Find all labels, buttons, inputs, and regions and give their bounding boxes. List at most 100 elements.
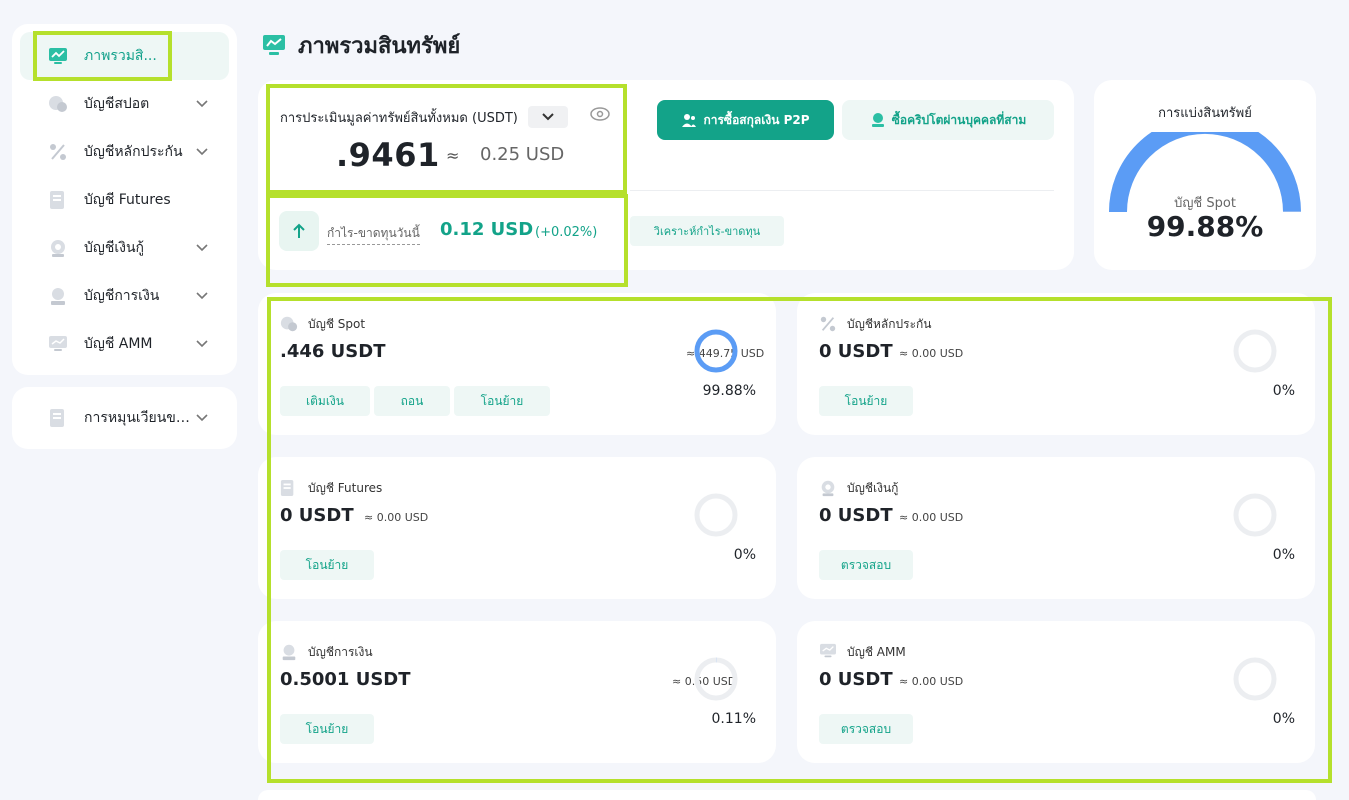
loan-icon	[48, 238, 68, 258]
account-value-usd: ≈ 0.00 USD	[899, 347, 964, 360]
sidebar-item-label: บัญชีหลักประกัน	[84, 144, 183, 160]
document-icon	[48, 408, 68, 428]
sidebar-item-spot[interactable]: บัญชีสปอต	[20, 80, 229, 128]
sidebar-secondary: การหมุนเวียนของ...	[12, 387, 237, 449]
account-value: .446 USDT	[280, 341, 386, 362]
users-icon	[681, 112, 697, 128]
account-action-button[interactable]: ตรวจสอบ	[819, 714, 913, 744]
chevron-down-icon	[195, 241, 209, 255]
account-action-button[interactable]: โอนย้าย	[454, 386, 550, 416]
percent-icon	[48, 142, 68, 162]
account-action-button[interactable]: เติมเงิน	[280, 386, 370, 416]
page-title: ภาพรวมสินทรัพย์	[262, 28, 460, 63]
account-share-percent: 99.88%	[702, 383, 756, 399]
account-share-ring	[694, 329, 738, 373]
account-card: บัญชีการเงิน 0.5001 USDT ≈ 0.50 USD 0.11% โอ…	[258, 621, 776, 763]
sidebar-item-label: การหมุนเวียนของ...	[84, 410, 195, 426]
pnl-today-label[interactable]: กำไร-ขาดทุนวันนี้	[327, 224, 420, 245]
sidebar-item-amm[interactable]: บัญชี AMM	[20, 320, 229, 368]
account-card: บัญชีเงินกู้ 0 USDT ≈ 0.00 USD 0% ตรวจสอบ	[797, 457, 1315, 599]
account-share-percent: 0%	[1272, 711, 1295, 727]
account-name: บัญชีเงินกู้	[847, 481, 899, 495]
chevron-down-icon	[542, 110, 554, 125]
currency-dropdown[interactable]	[527, 106, 568, 128]
account-action-button[interactable]: โอนย้าย	[819, 386, 913, 416]
sidebar-item-label: บัญชีสปอต	[84, 96, 150, 112]
account-value: 0.5001 USDT	[280, 669, 411, 690]
account-share-percent: 0%	[1272, 383, 1295, 399]
ring-track	[694, 657, 738, 701]
divider	[630, 190, 1054, 191]
account-share-percent: 0%	[1272, 547, 1295, 563]
account-value: 0 USDT	[819, 669, 893, 690]
account-action-button[interactable]: โอนย้าย	[280, 714, 374, 744]
third-party-buy-button[interactable]: ซื้อคริปโตผ่านบุคคลที่สาม	[842, 100, 1054, 140]
account-card: บัญชี Spot .446 USDT ≈ 449.75 USD 99.88% เติ…	[258, 293, 776, 435]
sidebar-item-turnover[interactable]: การหมุนเวียนของ...	[20, 395, 229, 441]
total-valuation-label: การประเมินมูลค่าทรัพย์สินทั้งหมด (USDT)	[280, 106, 568, 128]
ring-track	[1233, 493, 1277, 537]
sidebar-nav: ภาพรวมสิ... บัญชีสปอต บัญชีหลักประกัน บั…	[12, 24, 237, 375]
sidebar-item-label: ภาพรวมสิ...	[84, 48, 157, 64]
p2p-buy-label: การซื้อสกุลเงิน P2P	[703, 112, 810, 127]
total-value-usd: 0.25 USD	[480, 144, 565, 165]
monitor-icon	[48, 334, 68, 354]
sidebar-item-overview[interactable]: ภาพรวมสิ...	[20, 32, 229, 80]
account-share-percent: 0%	[733, 547, 756, 563]
chevron-down-icon	[195, 337, 209, 351]
account-card: บัญชี Futures 0 USDT ≈ 0.00 USD 0% โอนย้าย	[258, 457, 776, 599]
total-value: .9461	[336, 136, 440, 174]
chevron-down-icon	[195, 97, 209, 111]
account-card: บัญชี AMM 0 USDT ≈ 0.00 USD 0% ตรวจสอบ	[797, 621, 1315, 763]
monitor-icon	[819, 643, 837, 661]
account-value: 0 USDT	[819, 341, 893, 362]
account-value: 0 USDT	[280, 505, 354, 526]
sidebar-item-margin[interactable]: บัญชีหลักประกัน	[20, 128, 229, 176]
arrow-up-icon	[279, 211, 319, 251]
eye-icon[interactable]	[590, 106, 610, 122]
sidebar-item-finance[interactable]: บัญชีการเงิน	[20, 272, 229, 320]
ring-fill	[694, 329, 738, 373]
account-card: บัญชีหลักประกัน 0 USDT ≈ 0.00 USD 0% โอนย้าย	[797, 293, 1315, 435]
account-share-ring	[1233, 657, 1277, 701]
distribution-percent: 99.88%	[1146, 210, 1264, 243]
sidebar-item-label: บัญชีการเงิน	[84, 288, 160, 304]
sidebar-item-label: บัญชี AMM	[84, 336, 153, 352]
coins-icon	[280, 315, 298, 333]
pnl-today-percent: (+0.02%)	[535, 225, 598, 240]
sidebar-item-loan[interactable]: บัญชีเงินกู้	[20, 224, 229, 272]
account-name: บัญชีหลักประกัน	[847, 317, 932, 331]
ring-track	[1233, 329, 1277, 373]
sidebar-item-label: บัญชีเงินกู้	[84, 240, 144, 256]
ring-track	[694, 493, 738, 537]
pnl-analysis-button[interactable]: วิเคราะห์กำไร-ขาดทุน	[630, 216, 784, 246]
pnl-today-value: 0.12 USD	[440, 219, 534, 240]
document-icon	[280, 479, 298, 497]
account-action-button[interactable]: ตรวจสอบ	[819, 550, 913, 580]
p2p-buy-button[interactable]: การซื้อสกุลเงิน P2P	[657, 100, 834, 140]
document-icon	[48, 190, 68, 210]
account-share-percent: 0.11%	[711, 711, 756, 727]
sidebar-item-label: บัญชี Futures	[84, 192, 171, 208]
chevron-down-icon	[195, 411, 209, 425]
approx-sign: ≈	[446, 146, 460, 165]
account-value-usd: ≈ 0.00 USD	[899, 675, 964, 688]
account-name: บัญชี Futures	[308, 481, 383, 495]
chart-trend-icon	[48, 46, 68, 66]
account-share-ring	[694, 657, 738, 701]
distribution-title: การแบ่งสินทรัพย์	[1158, 106, 1252, 121]
total-valuation-text: การประเมินมูลค่าทรัพย์สินทั้งหมด (USDT)	[280, 110, 518, 126]
account-name: บัญชี Spot	[308, 317, 366, 331]
next-card-edge	[258, 790, 1316, 800]
account-action-button[interactable]: โอนย้าย	[280, 550, 374, 580]
account-value: 0 USDT	[819, 505, 893, 526]
account-share-ring	[1233, 329, 1277, 373]
third-party-buy-label: ซื้อคริปโตผ่านบุคคลที่สาม	[891, 112, 1027, 127]
account-name: บัญชี AMM	[847, 645, 906, 659]
account-action-button[interactable]: ถอน	[374, 386, 450, 416]
sidebar-item-futures[interactable]: บัญชี Futures	[20, 176, 229, 224]
account-share-ring	[1233, 493, 1277, 537]
finance-icon	[280, 643, 298, 661]
ring-track	[1233, 657, 1277, 701]
finance-icon	[48, 286, 68, 306]
